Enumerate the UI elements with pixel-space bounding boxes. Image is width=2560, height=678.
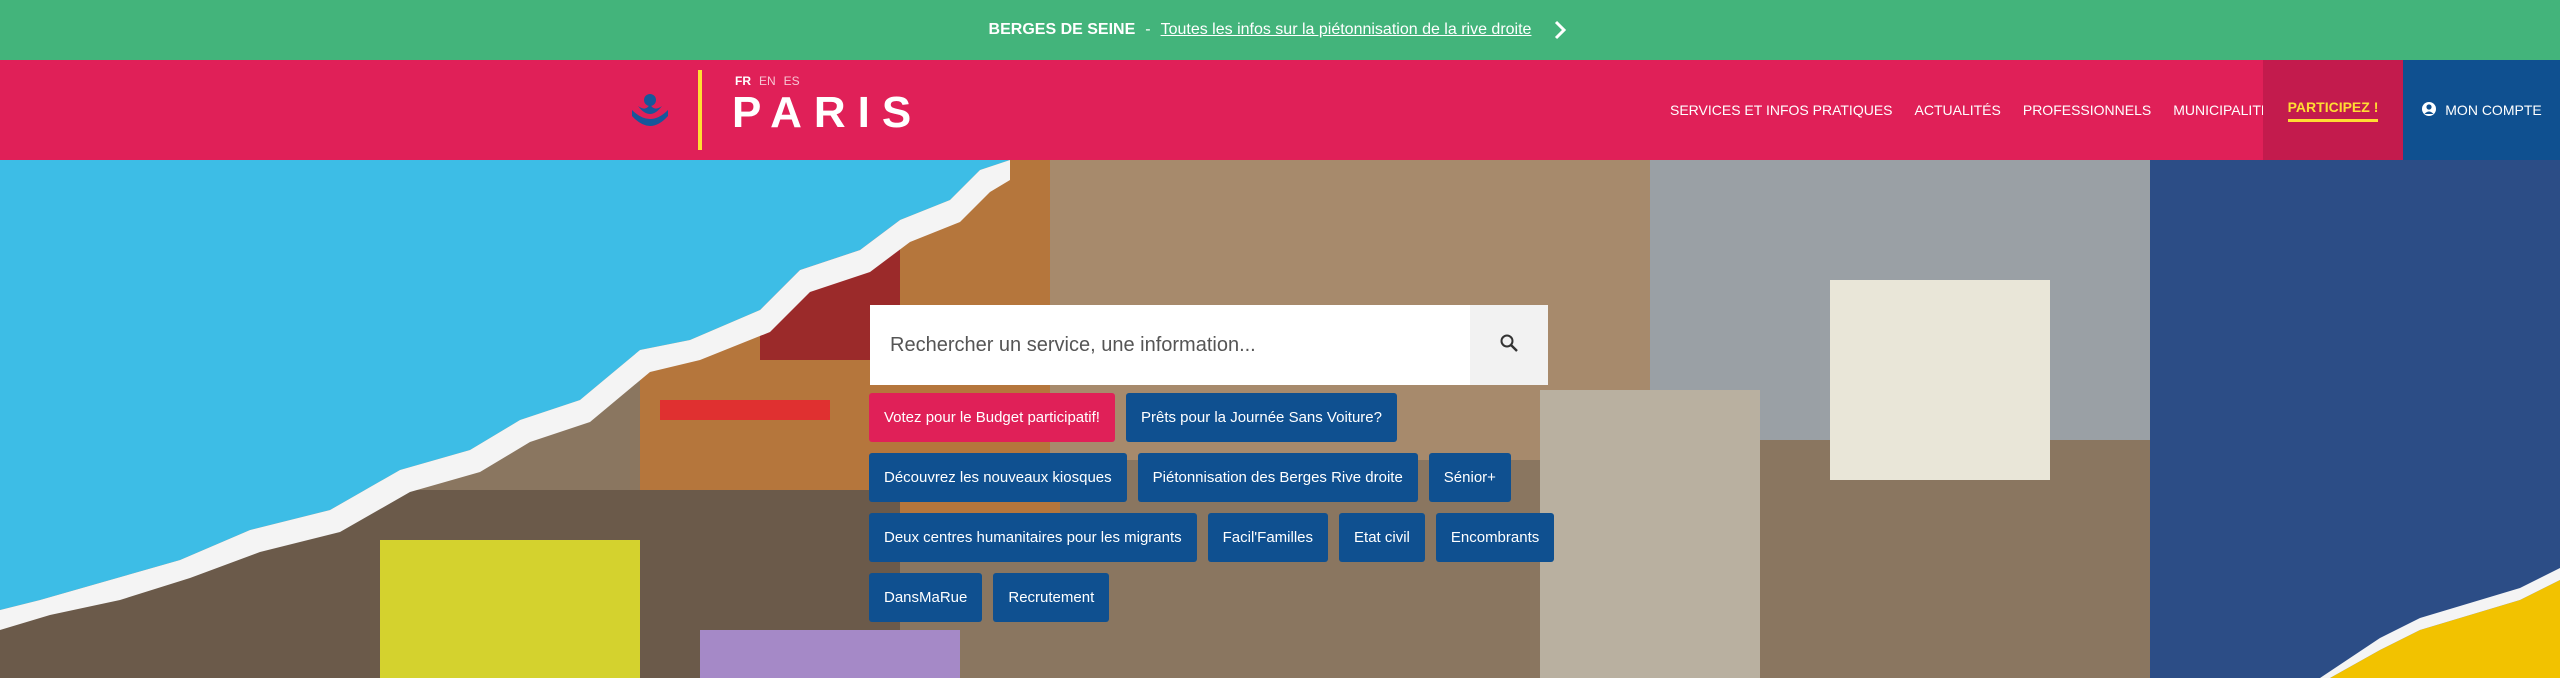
tag-facil-familles[interactable]: Facil'Familles xyxy=(1207,513,1329,562)
tag-budget-participatif[interactable]: Votez pour le Budget participatif! xyxy=(869,393,1115,442)
tag-etat-civil[interactable]: Etat civil xyxy=(1339,513,1425,562)
search-input[interactable] xyxy=(870,305,1470,385)
tag-dansmarue[interactable]: DansMaRue xyxy=(869,573,983,622)
lang-fr[interactable]: FR xyxy=(735,74,751,88)
tag-recrutement[interactable]: Recrutement xyxy=(993,573,1110,622)
tag-centres-humanitaires[interactable]: Deux centres humanitaires pour les migra… xyxy=(869,513,1197,562)
nav-professionnels[interactable]: PROFESSIONNELS xyxy=(2023,102,2151,118)
search-icon xyxy=(1499,333,1519,358)
participez-label: PARTICIPEZ ! xyxy=(2287,99,2379,122)
logo-divider xyxy=(698,70,702,150)
lang-en[interactable]: EN xyxy=(759,74,776,88)
nav-municipalite[interactable]: MUNICIPALITÉ xyxy=(2173,102,2270,118)
nav-services[interactable]: SERVICES ET INFOS PRATIQUES xyxy=(1670,102,1893,118)
tag-journee-sans-voiture[interactable]: Prêts pour la Journée Sans Voiture? xyxy=(1125,393,1397,442)
banner-separator: - xyxy=(1145,21,1151,38)
main-nav: SERVICES ET INFOS PRATIQUES ACTUALITÉS P… xyxy=(1670,60,2270,160)
tag-pietonnisation-berges[interactable]: Piétonnisation des Berges Rive droite xyxy=(1137,453,1418,502)
banner-title: BERGES DE SEINE xyxy=(988,21,1136,38)
search-button[interactable] xyxy=(1470,305,1548,385)
quick-links: Votez pour le Budget participatif! Prêts… xyxy=(869,393,1629,633)
search-bar xyxy=(870,305,1548,385)
tag-senior[interactable]: Sénior+ xyxy=(1428,453,1511,502)
main-header: FR EN ES PARIS SERVICES ET INFOS PRATIQU… xyxy=(0,60,2560,160)
lang-es[interactable]: ES xyxy=(784,74,800,88)
nav-actualites[interactable]: ACTUALITÉS xyxy=(1915,102,2001,118)
chevron-right-icon[interactable] xyxy=(1549,19,1571,41)
quick-links-row: Votez pour le Budget participatif! Prêts… xyxy=(869,393,1629,442)
language-switcher: FR EN ES xyxy=(735,74,800,88)
banner-link[interactable]: Toutes les infos sur la piétonnisation d… xyxy=(1161,21,1532,39)
quick-links-row: Deux centres humanitaires pour les migra… xyxy=(869,513,1629,562)
quick-links-row: Découvrez les nouveaux kiosques Piétonni… xyxy=(869,453,1629,502)
tag-nouveaux-kiosques[interactable]: Découvrez les nouveaux kiosques xyxy=(869,453,1127,502)
user-icon xyxy=(2421,101,2437,120)
account-label: MON COMPTE xyxy=(2445,102,2542,118)
paris-wordmark[interactable]: PARIS xyxy=(732,88,923,138)
hero-section: Votez pour le Budget participatif! Prêts… xyxy=(0,160,2560,678)
tag-encombrants[interactable]: Encombrants xyxy=(1435,513,1555,562)
top-banner: BERGES DE SEINE - Toutes les infos sur l… xyxy=(0,0,2560,60)
participez-button[interactable]: PARTICIPEZ ! xyxy=(2263,60,2403,160)
account-button[interactable]: MON COMPTE xyxy=(2403,60,2560,160)
quick-links-row: DansMaRue Recrutement xyxy=(869,573,1629,622)
paris-emblem-icon[interactable] xyxy=(628,92,672,132)
